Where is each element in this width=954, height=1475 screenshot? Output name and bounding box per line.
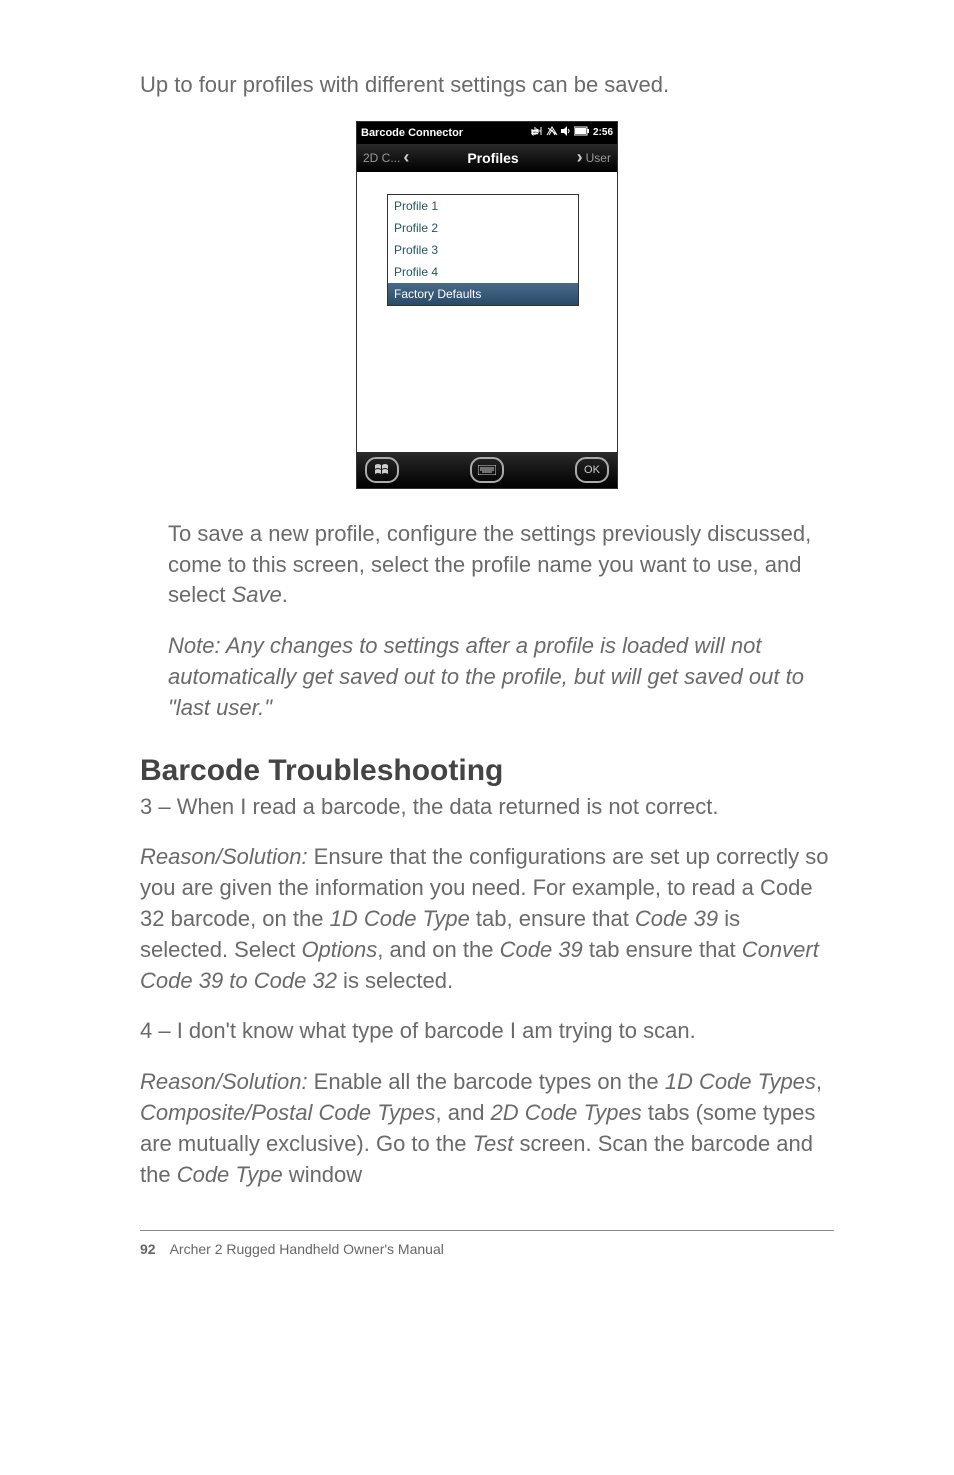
text-run-italic: Reason/Solution: [140,844,308,869]
intro-text: Up to four profiles with different setti… [140,70,834,101]
text-run-italic: Reason/Solution: [140,1069,308,1094]
profile-option-1[interactable]: Profile 1 [388,195,578,217]
text-run-italic: Code Type [177,1162,283,1187]
footer-rule [140,1230,834,1231]
note-text: Note: Any changes to settings after a pr… [168,631,834,723]
chevron-right-icon: › [577,147,583,168]
text-run: is selected. [337,968,453,993]
text-run: . [282,582,288,607]
text-run: window [283,1162,362,1187]
text-run-italic: Code 39 [500,937,583,962]
title-bar: Barcode Connector ⇄ 2:56 [357,122,617,144]
troubleshooting-heading: Barcode Troubleshooting [140,754,834,788]
text-run: tab ensure that [583,937,742,962]
profile-option-4[interactable]: Profile 4 [388,261,578,283]
text-run: , and on the [377,937,499,962]
svg-text:⇄: ⇄ [531,127,539,136]
text-run-italic: Test [473,1131,514,1156]
phone-frame: Barcode Connector ⇄ 2:56 [356,121,618,489]
manual-title: Archer 2 Rugged Handheld Owner's Manual [170,1241,444,1257]
tab-left-group[interactable]: 2D C... ‹ [363,147,409,168]
text-run-italic: Options [301,937,377,962]
tab-right-label: User [586,151,611,165]
text-run: , [816,1069,822,1094]
tab-center-label: Profiles [467,150,518,166]
q3-text: 3 – When I read a barcode, the data retu… [140,792,834,823]
profile-dropdown[interactable]: Profile 1 Profile 2 Profile 3 Profile 4 … [387,194,579,306]
bottom-bar: OK [357,452,617,488]
speaker-icon [561,126,571,139]
text-run-italic: Code 39 [635,906,718,931]
q4-text: 4 – I don't know what type of barcode I … [140,1016,834,1047]
start-button[interactable] [365,457,399,483]
text-run-italic: 1D Code Type [330,906,470,931]
tab-left-label: 2D C... [363,151,400,165]
text-run-italic: Composite/Postal Code Types [140,1100,436,1125]
profile-option-3[interactable]: Profile 3 [388,239,578,261]
status-area: ⇄ 2:56 [531,126,613,139]
text-run: Enable all the barcode types on the [308,1069,665,1094]
profile-option-factory[interactable]: Factory Defaults [388,283,578,305]
tab-right-group[interactable]: › User [577,147,611,168]
a3-text: Reason/Solution: Ensure that the configu… [140,842,834,996]
battery-icon [574,126,590,139]
connectivity-icon: ⇄ [531,126,543,139]
text-run-italic: Save [232,582,282,607]
ok-button[interactable]: OK [575,457,609,483]
profile-option-2[interactable]: Profile 2 [388,217,578,239]
tab-bar: 2D C... ‹ Profiles › User [357,144,617,172]
windows-icon [374,463,390,477]
clock-text: 2:56 [593,127,613,138]
a4-text: Reason/Solution: Enable all the barcode … [140,1067,834,1190]
screenshot-figure: Barcode Connector ⇄ 2:56 [140,121,834,489]
text-run-italic: 1D Code Types [665,1069,816,1094]
page-footer: 92 Archer 2 Rugged Handheld Owner's Manua… [140,1241,834,1257]
text-run: tab, ensure that [470,906,635,931]
keyboard-button[interactable] [470,457,504,483]
app-title: Barcode Connector [361,127,463,139]
content-area: Profile 1 Profile 2 Profile 3 Profile 4 … [357,172,617,452]
chevron-left-icon: ‹ [403,147,409,168]
save-profile-text: To save a new profile, configure the set… [168,519,834,611]
page-number: 92 [140,1241,156,1257]
keyboard-icon [478,465,496,475]
text-run: , and [436,1100,491,1125]
text-run-italic: 2D Code Types [491,1100,642,1125]
signal-icon [546,126,558,139]
